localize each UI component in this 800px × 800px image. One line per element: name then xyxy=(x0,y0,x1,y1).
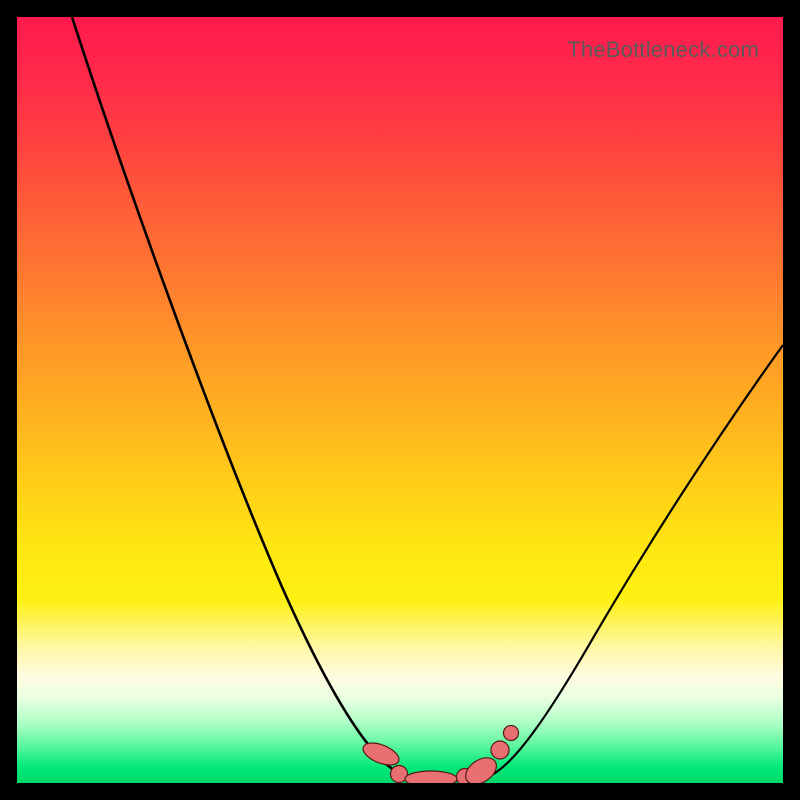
curve-left-arm xyxy=(72,17,411,778)
watermark-text: TheBottleneck.com xyxy=(567,37,759,63)
bead-6 xyxy=(491,741,509,759)
curve-right-arm xyxy=(495,345,783,773)
bottleneck-curve xyxy=(17,17,783,783)
bead-7 xyxy=(504,726,519,741)
chart-plot-area: TheBottleneck.com xyxy=(17,17,783,783)
bead-3 xyxy=(405,771,457,783)
